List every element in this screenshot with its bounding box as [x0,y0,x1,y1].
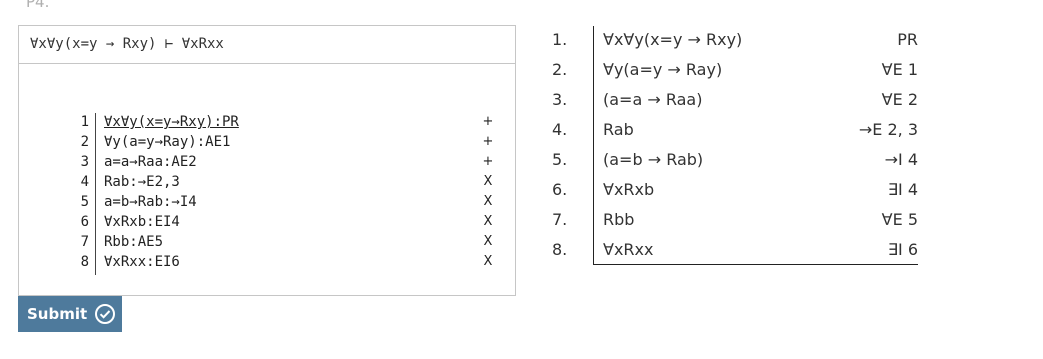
editor-line-number: 2 [80,134,89,150]
editor-line[interactable]: 7 Rbb:AE5 X [19,234,515,254]
proof-row-justification: ∀E 1 [881,60,918,79]
editor-line-number: 5 [80,194,89,210]
proof-row: 6. ∀xRxb ∃I 4 [540,176,920,206]
proof-row-justification: →E 2, 3 [858,120,918,139]
submit-button[interactable]: Submit [18,296,122,332]
proof-row-formula: ∀y(a=y → Ray) [603,60,723,79]
proof-row: 3. (a=a → Raa) ∀E 2 [540,86,920,116]
proof-row-formula: Rbb [603,210,635,229]
proof-row: 7. Rbb ∀E 5 [540,206,920,236]
proof-row-formula: ∀x∀y(x=y → Rxy) [603,30,743,49]
editor-line-text[interactable]: ∀xRxx:EI6 [104,254,180,270]
rendered-proof: 1. ∀x∀y(x=y → Rxy) PR 2. ∀y(a=y → Ray) ∀… [540,26,920,266]
proof-row-number: 4. [552,120,568,139]
proof-row: 1. ∀x∀y(x=y → Rxy) PR [540,26,920,56]
editor-line-number: 7 [80,234,89,250]
line-status-mark: X [483,214,493,229]
line-status-mark: + [482,154,494,169]
problem-label: P4. [26,0,50,11]
line-status-mark: X [483,234,493,249]
editor-line-number: 4 [80,174,89,190]
editor-line[interactable]: 4 Rab:→E2,3 X [19,174,515,194]
submit-label: Submit [27,305,88,323]
editor-line-number: 3 [80,154,89,170]
proof-row-formula: ∀xRxx [603,240,654,259]
editor-line-text[interactable]: ∀y(a=y→Ray):AE1 [104,134,230,150]
editor-line-text[interactable]: ∀xRxb:EI4 [104,214,180,230]
line-status-mark: X [483,254,493,269]
editor-line[interactable]: 5 a=b→Rab:→I4 X [19,194,515,214]
proof-row-number: 5. [552,150,568,169]
editor-line-text[interactable]: ∀x∀y(x=y→Rxy):PR [104,114,239,130]
editor-line[interactable]: 2 ∀y(a=y→Ray):AE1 + [19,134,515,154]
editor-line-number: 1 [80,114,89,130]
proof-row-number: 6. [552,180,568,199]
proof-row-number: 2. [552,60,568,79]
proof-row-justification: →I 4 [884,150,918,169]
proof-row-formula: ∀xRxb [603,180,655,199]
proof-row: 2. ∀y(a=y → Ray) ∀E 1 [540,56,920,86]
goal-sequent: ∀x∀y(x=y → Rxy) ⊢ ∀xRxx [19,26,515,64]
proof-row-formula: (a=b → Rab) [603,150,704,169]
editor-line-text[interactable]: a=b→Rab:→I4 [104,194,197,210]
proof-editor-textarea[interactable]: 1 ∀x∀y(x=y→Rxy):PR + 2 ∀y(a=y→Ray):AE1 +… [19,64,515,295]
proof-row-formula: Rab [603,120,634,139]
editor-line-number: 6 [80,214,89,230]
editor-line[interactable]: 6 ∀xRxb:EI4 X [19,214,515,234]
editor-line[interactable]: 3 a=a→Raa:AE2 + [19,154,515,174]
proof-row: 4. Rab →E 2, 3 [540,116,920,146]
editor-line-text[interactable]: Rab:→E2,3 [104,174,180,190]
editor-line[interactable]: 1 ∀x∀y(x=y→Rxy):PR + [19,114,515,134]
editor-line-text[interactable]: Rbb:AE5 [104,234,163,250]
line-status-mark: X [483,194,493,209]
proof-row-number: 1. [552,30,568,49]
proof-row: 5. (a=b → Rab) →I 4 [540,146,920,176]
proof-row-justification: ∃I 6 [887,240,918,259]
line-status-mark: X [483,174,493,189]
proof-row-number: 8. [552,240,568,259]
editor-line-number: 8 [80,254,89,270]
line-status-mark: + [482,134,494,149]
proof-row-justification: ∃I 4 [887,180,918,199]
proof-editor-panel[interactable]: ∀x∀y(x=y → Rxy) ⊢ ∀xRxx 1 ∀x∀y(x=y→Rxy):… [18,25,516,296]
proof-row-number: 7. [552,210,568,229]
check-circle-icon [94,303,116,325]
proof-row-formula: (a=a → Raa) [603,90,703,109]
proof-row-justification: PR [897,30,918,49]
proof-row-justification: ∀E 5 [881,210,918,229]
proof-row-number: 3. [552,90,568,109]
proof-row: 8. ∀xRxx ∃I 6 [540,236,920,266]
editor-line[interactable]: 8 ∀xRxx:EI6 X [19,254,515,274]
line-status-mark: + [482,114,494,129]
editor-line-text[interactable]: a=a→Raa:AE2 [104,154,197,170]
proof-row-justification: ∀E 2 [881,90,918,109]
